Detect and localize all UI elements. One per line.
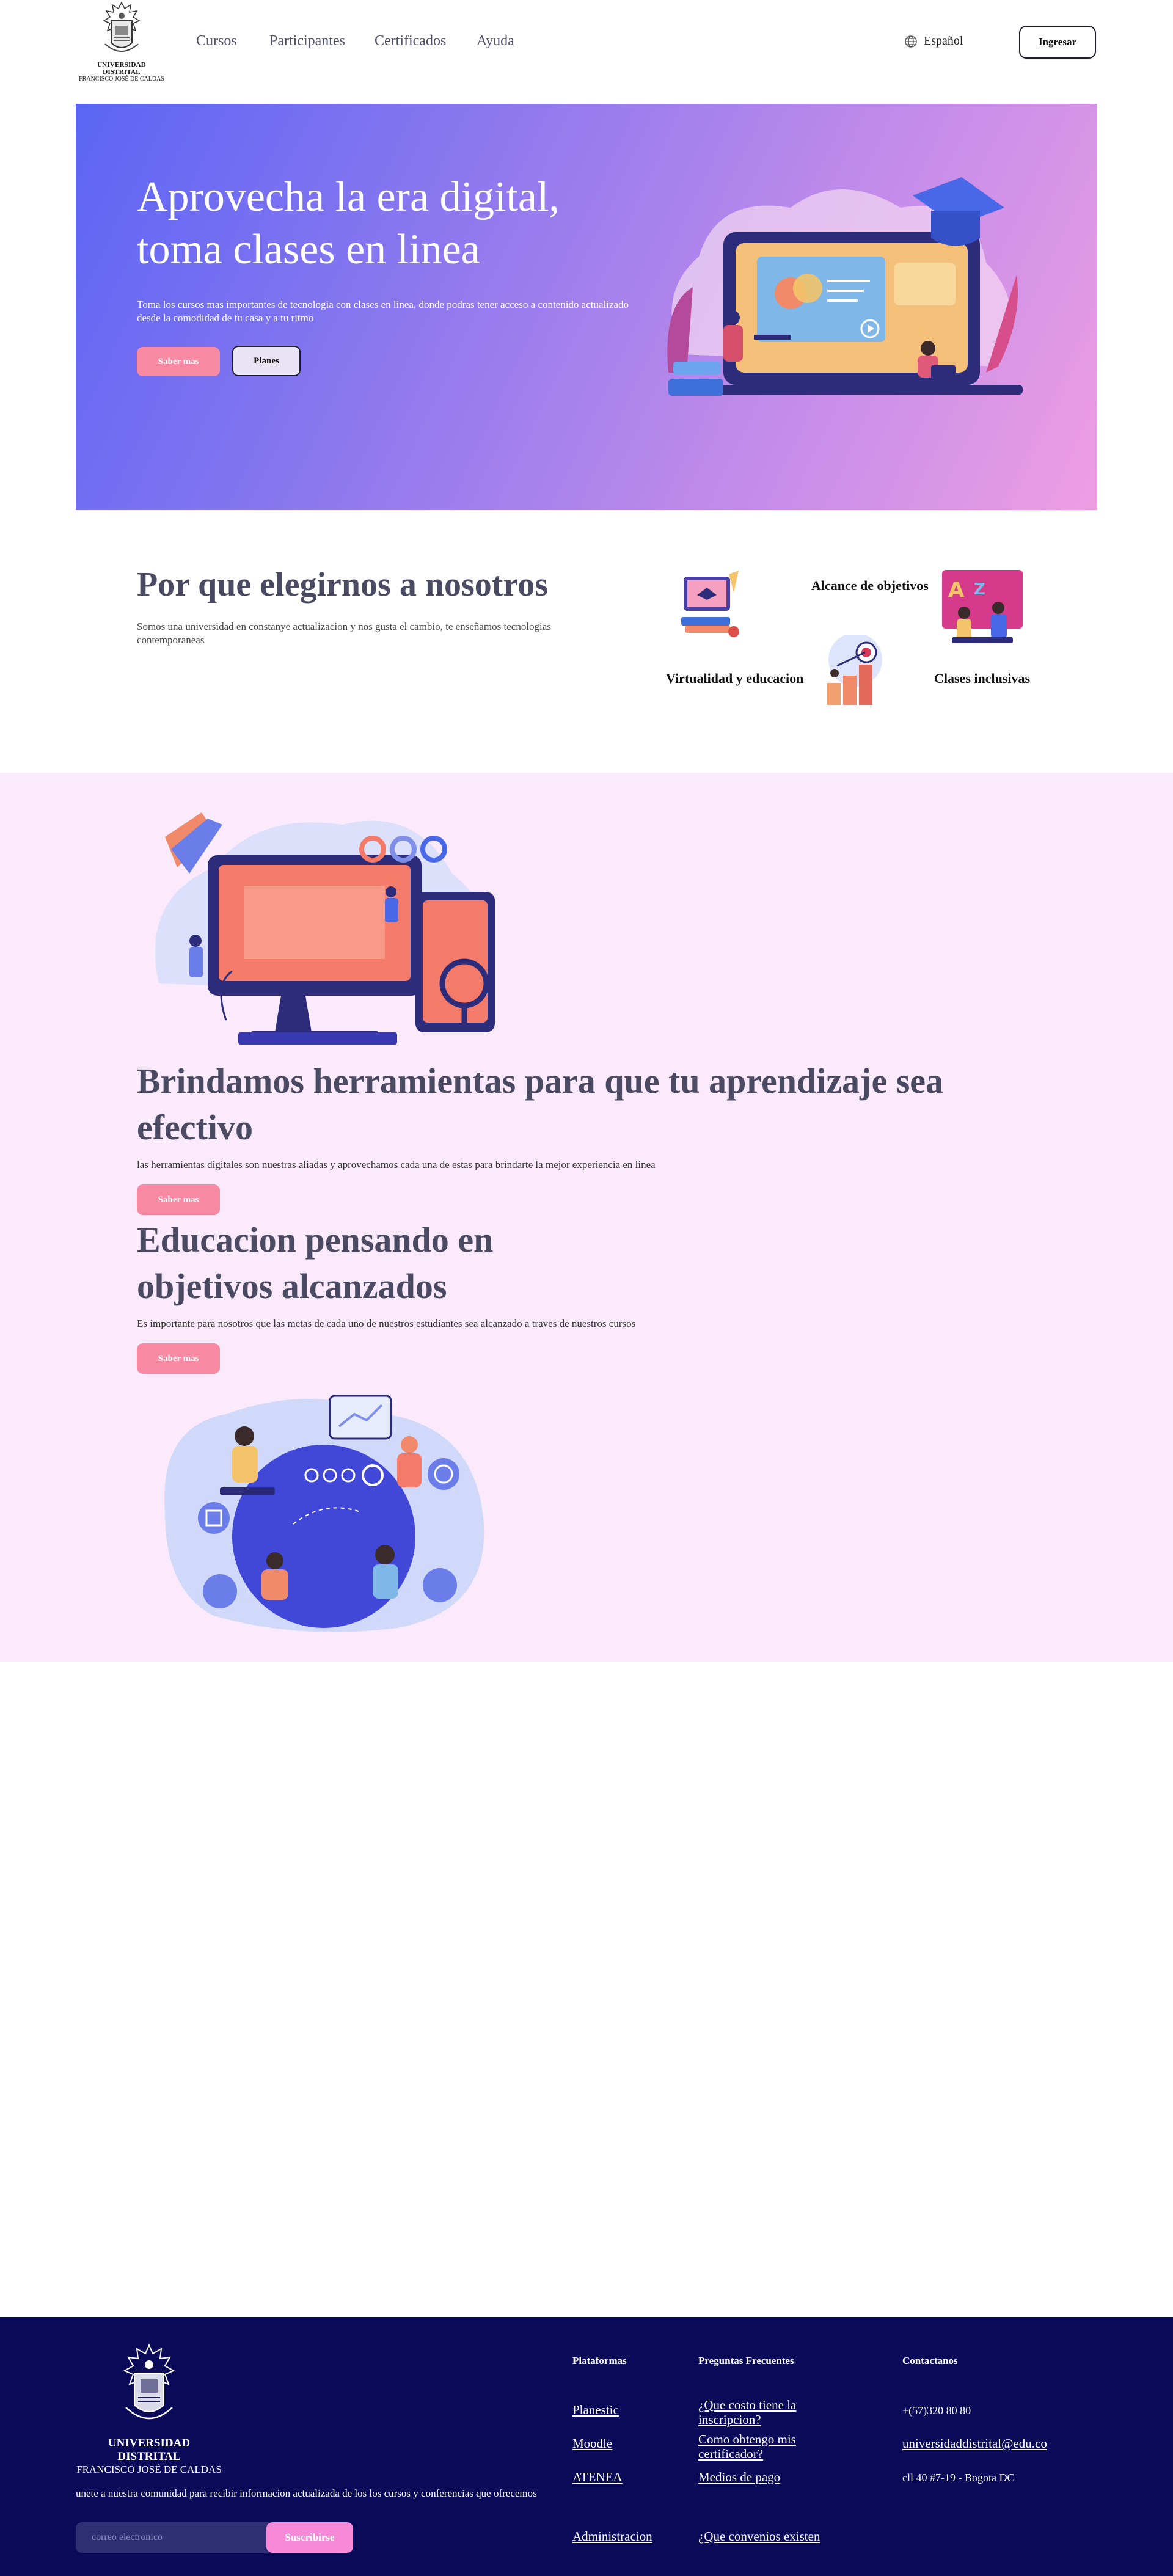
site-footer: UNIVERSIDAD DISTRITAL FRANCISCO JOSÉ DE … [0, 2317, 1173, 2576]
logo-subtitle: FRANCISCO JOSÉ DE CALDAS [79, 76, 164, 82]
logo-title: UNIVERSIDAD DISTRITAL [97, 61, 146, 76]
link-faq-certificates[interactable]: Como obtengo mis certificador? [698, 2432, 820, 2461]
login-button[interactable]: Ingresar [1019, 26, 1096, 59]
hero-description: Toma los cursos mas importantes de tecno… [137, 299, 629, 324]
language-selector[interactable]: Español [904, 34, 963, 48]
globe-icon [905, 35, 917, 48]
feature-goals-label: Alcance de objetivos [811, 578, 929, 594]
contact-email-link[interactable]: universidaddistrital@edu.co [902, 2436, 1047, 2451]
hero-saber-mas-button[interactable]: Saber mas [137, 347, 220, 376]
newsletter-text: unete a nuestra comunidad para recibir i… [76, 2487, 537, 2499]
why-us-description: Somos una universidad en constanye actua… [137, 621, 551, 646]
nav-participantes[interactable]: Participantes [269, 33, 345, 49]
link-atenea[interactable]: ATENEA [572, 2470, 623, 2484]
link-faq-cost[interactable]: ¿Que costo tiene la inscripcion? [698, 2398, 820, 2427]
university-logo[interactable]: UNIVERSIDAD DISTRITAL FRANCISCO JOSÉ DE … [78, 0, 165, 82]
books-laptop-icon [681, 571, 739, 637]
crest-icon [123, 2343, 175, 2420]
feature-virtuality-text: Virtualidad y educacion [666, 671, 804, 686]
feature-inclusive-text: Clases inclusivas [934, 671, 1031, 686]
goals-description: Es importante para nosotros que las meta… [137, 1318, 636, 1329]
newsletter-email-input[interactable] [76, 2522, 269, 2553]
footer-logo[interactable]: UNIVERSIDAD DISTRITAL FRANCISCO JOSÉ DE … [76, 2341, 222, 2476]
link-planestic[interactable]: Planestic [572, 2403, 619, 2417]
feature-goals-text: Alcance de objetivos [811, 578, 929, 593]
goals-saber-mas-button[interactable]: Saber mas [137, 1343, 220, 1374]
tools-saber-mas-button[interactable]: Saber mas [137, 1184, 220, 1215]
goals-title: Educacion pensando en objetivos alcanzad… [137, 1220, 494, 1306]
nav-cursos[interactable]: Cursos [196, 33, 237, 49]
language-label: Español [924, 34, 963, 48]
feature-virtuality-label: Virtualidad y educacion [666, 671, 803, 687]
why-us-title: Por que elegirnos a nosotros [137, 566, 549, 604]
contact-address: cll 40 #7-19 - Bogota DC [902, 2472, 1015, 2484]
tools-title: Brindamos herramientas para que tu apren… [137, 1061, 944, 1147]
hero-title: Aprovecha la era digital, toma clases en… [137, 173, 560, 273]
subscribe-button[interactable]: Suscribirse [266, 2522, 353, 2553]
contact-phone: +(57)320 80 80 [902, 2404, 971, 2417]
online-class-illustration [667, 177, 1023, 396]
platforms-heading: Plataformas [572, 2355, 627, 2366]
collaboration-illustration [164, 1395, 484, 1632]
feature-inclusive-label: Clases inclusivas [934, 671, 1030, 687]
tools-description: las herramientas digitales son nuestras … [137, 1159, 656, 1170]
nav-ayuda[interactable]: Ayuda [477, 33, 514, 49]
link-faq-agreements[interactable]: ¿Que convenios existen [698, 2529, 820, 2544]
footer-logo-subtitle: FRANCISCO JOSÉ DE CALDAS [76, 2464, 222, 2475]
faq-heading: Preguntas Frecuentes [698, 2355, 794, 2366]
hero-banner: Aprovecha la era digital, toma clases en… [76, 104, 1097, 510]
svg-text:A: A [948, 578, 965, 602]
site-header: UNIVERSIDAD DISTRITAL FRANCISCO JOSÉ DE … [0, 0, 1173, 86]
svg-text:Z: Z [974, 580, 985, 599]
footer-logo-title: UNIVERSIDAD DISTRITAL [108, 2437, 191, 2463]
link-moodle[interactable]: Moodle [572, 2436, 612, 2451]
design-tools-illustration [155, 812, 495, 1045]
crest-icon [103, 1, 141, 52]
link-faq-payment[interactable]: Medios de pago [698, 2470, 780, 2484]
link-administracion[interactable]: Administracion [572, 2529, 652, 2544]
goals-target-icon [827, 635, 882, 705]
hero-planes-button[interactable]: Planes [232, 346, 301, 376]
inclusive-classes-icon: A Z [942, 570, 1023, 643]
nav-certificados[interactable]: Certificados [375, 33, 446, 49]
contact-heading: Contactanos [902, 2355, 958, 2366]
features-section: Brindamos herramientas para que tu apren… [0, 773, 1173, 1662]
